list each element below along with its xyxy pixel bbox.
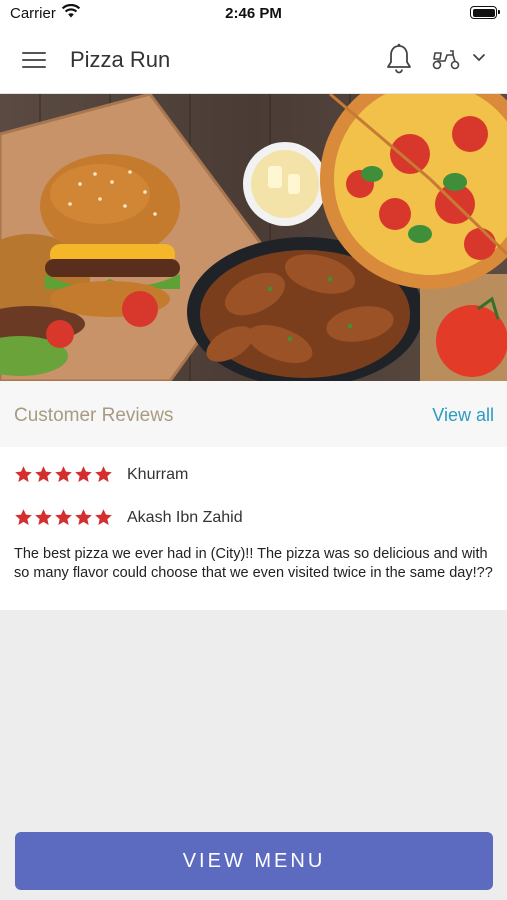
star-rating <box>14 508 113 527</box>
star-icon <box>75 509 92 525</box>
view-all-link[interactable]: View all <box>432 405 494 426</box>
hamburger-menu-icon[interactable] <box>22 49 48 71</box>
star-icon <box>75 466 92 482</box>
star-icon <box>95 509 112 525</box>
star-icon <box>55 466 72 482</box>
star-icon <box>55 509 72 525</box>
star-icon <box>35 466 52 482</box>
status-time: 2:46 PM <box>225 5 282 22</box>
app-title: Pizza Run <box>70 47 171 72</box>
star-rating <box>14 465 113 484</box>
hero-food-image <box>0 94 507 381</box>
battery-icon <box>470 6 500 19</box>
scooter-icon[interactable] <box>431 47 461 71</box>
star-icon <box>15 509 32 525</box>
nav-bar: Pizza Run <box>0 26 507 94</box>
food-banner-illustration <box>0 94 507 381</box>
star-icon <box>15 466 32 482</box>
review-text: The best pizza we ever had in (City)!! T… <box>14 546 493 581</box>
view-menu-button[interactable]: VIEW MENU <box>15 832 493 890</box>
section-header: Customer Reviews View all <box>0 381 507 447</box>
reviewer-name: Akash Ibn Zahid <box>127 509 243 526</box>
status-bar: Carrier 2:46 PM <box>0 0 507 26</box>
section-title: Customer Reviews <box>14 405 174 426</box>
chevron-down-icon[interactable] <box>472 53 486 63</box>
customer-reviews-section: Customer Reviews View all Khurram Akash … <box>0 381 507 610</box>
star-icon <box>35 509 52 525</box>
bell-icon[interactable] <box>385 43 413 75</box>
reviewer-name: Khurram <box>127 466 189 483</box>
star-icon <box>95 466 112 482</box>
